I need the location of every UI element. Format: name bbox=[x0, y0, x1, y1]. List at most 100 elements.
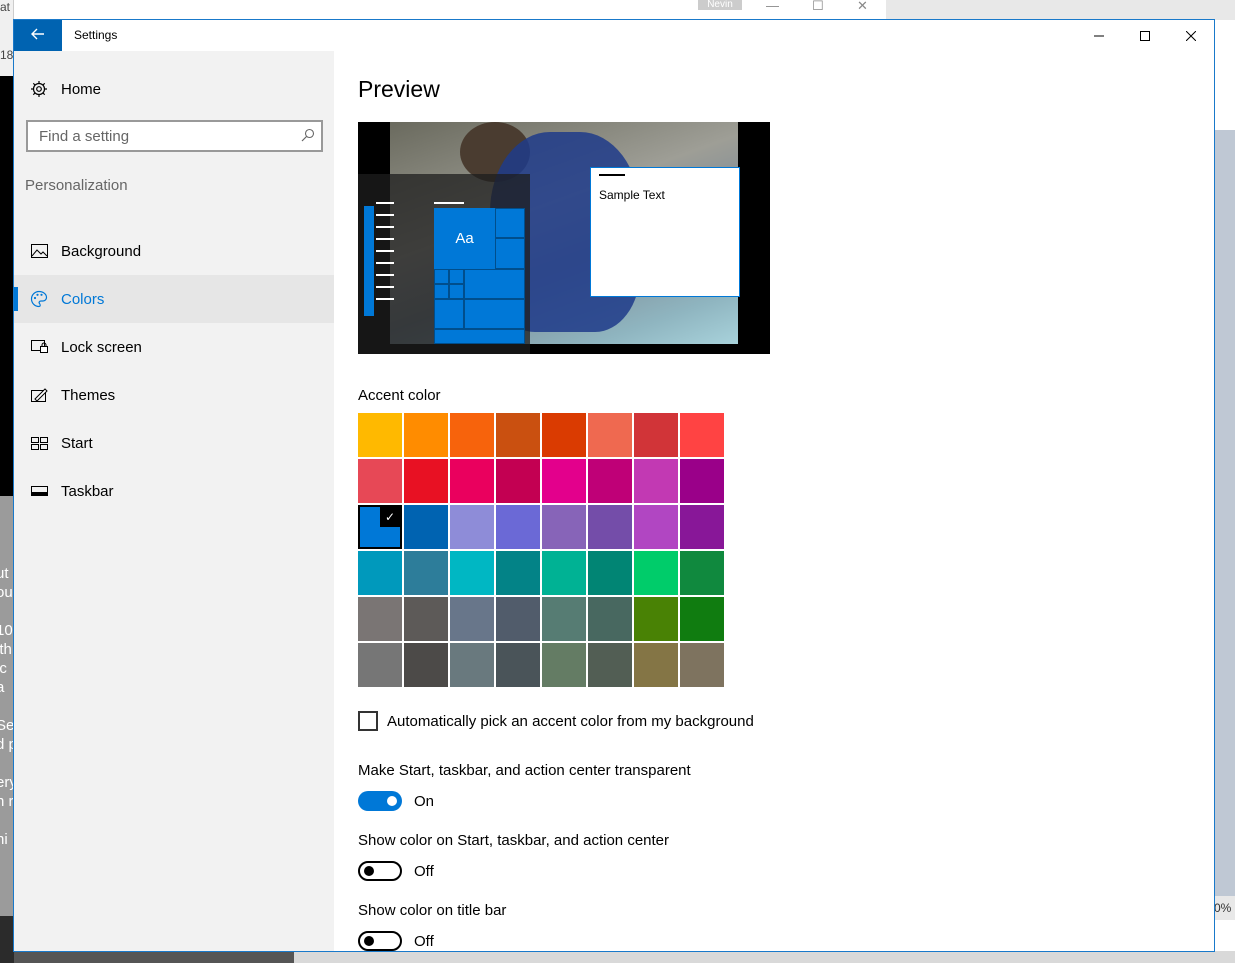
home-nav-item[interactable]: Home bbox=[14, 75, 334, 103]
accent-swatch[interactable] bbox=[588, 643, 632, 687]
preview-tile bbox=[449, 284, 464, 299]
taskbar-icon bbox=[30, 482, 48, 500]
accent-swatch[interactable] bbox=[496, 643, 540, 687]
accent-swatch[interactable] bbox=[358, 413, 402, 457]
accent-swatch[interactable] bbox=[496, 505, 540, 549]
accent-swatch[interactable] bbox=[634, 459, 678, 503]
accent-swatch[interactable] bbox=[680, 597, 724, 641]
maximize-button[interactable] bbox=[1122, 20, 1168, 51]
search-icon[interactable] bbox=[301, 128, 315, 147]
accent-swatch[interactable] bbox=[404, 643, 448, 687]
accent-swatch[interactable] bbox=[634, 597, 678, 641]
accent-swatch[interactable] bbox=[450, 505, 494, 549]
background-fragment-text: 10 bbox=[0, 622, 13, 639]
gear-icon bbox=[30, 80, 48, 98]
accent-swatch[interactable] bbox=[634, 643, 678, 687]
close-button[interactable] bbox=[1168, 20, 1214, 51]
accent-swatch[interactable] bbox=[496, 459, 540, 503]
show-color-title-toggle[interactable] bbox=[358, 931, 402, 951]
accent-swatch[interactable] bbox=[542, 643, 586, 687]
sidebar-item-label: Colors bbox=[61, 290, 105, 308]
preview-tile bbox=[434, 269, 449, 284]
back-button[interactable] bbox=[14, 20, 62, 51]
accent-swatch[interactable] bbox=[634, 551, 678, 595]
sidebar-item-label: Start bbox=[61, 434, 93, 452]
sidebar-item-start[interactable]: Start bbox=[14, 419, 334, 467]
accent-swatch[interactable] bbox=[680, 459, 724, 503]
accent-swatch[interactable] bbox=[358, 551, 402, 595]
accent-swatch[interactable] bbox=[542, 459, 586, 503]
auto-pick-checkbox[interactable] bbox=[358, 711, 378, 731]
accent-swatch[interactable] bbox=[634, 505, 678, 549]
transparency-state: On bbox=[414, 792, 435, 810]
accent-swatch[interactable] bbox=[542, 505, 586, 549]
preview-tile bbox=[495, 238, 525, 269]
auto-pick-accent-row[interactable]: Automatically pick an accent color from … bbox=[358, 711, 754, 731]
accent-swatch[interactable] bbox=[680, 643, 724, 687]
accent-swatch[interactable] bbox=[450, 551, 494, 595]
accent-swatch[interactable] bbox=[450, 597, 494, 641]
accent-swatch[interactable] bbox=[542, 597, 586, 641]
accent-swatch[interactable] bbox=[680, 551, 724, 595]
show-color-start-label: Show color on Start, taskbar, and action… bbox=[358, 832, 670, 849]
background-fragment-text: 18 bbox=[0, 48, 14, 62]
accent-swatch[interactable] bbox=[680, 505, 724, 549]
minimize-icon bbox=[1094, 35, 1104, 36]
accent-swatch[interactable] bbox=[588, 413, 632, 457]
accent-swatch[interactable] bbox=[496, 413, 540, 457]
back-arrow-icon bbox=[31, 27, 45, 45]
accent-swatch[interactable] bbox=[450, 413, 494, 457]
accent-swatch[interactable] bbox=[450, 643, 494, 687]
accent-swatch[interactable] bbox=[404, 459, 448, 503]
accent-swatch[interactable] bbox=[680, 413, 724, 457]
toggle-knob bbox=[364, 866, 374, 876]
accent-swatch[interactable] bbox=[496, 597, 540, 641]
start-tiles-icon bbox=[30, 434, 48, 452]
accent-swatch[interactable] bbox=[404, 413, 448, 457]
accent-swatch[interactable] bbox=[404, 551, 448, 595]
preview-menu-line bbox=[376, 214, 394, 216]
show-color-start-toggle[interactable] bbox=[358, 861, 402, 881]
preview-start-menu: Aa bbox=[358, 174, 530, 354]
background-fragment-text bbox=[0, 697, 14, 716]
accent-swatch[interactable] bbox=[634, 413, 678, 457]
preview-tile bbox=[434, 329, 525, 344]
preview-menu-line bbox=[376, 274, 394, 276]
accent-swatch[interactable] bbox=[542, 551, 586, 595]
home-label: Home bbox=[61, 80, 102, 98]
sidebar-item-background[interactable]: Background bbox=[14, 227, 334, 275]
accent-swatch[interactable] bbox=[588, 505, 632, 549]
sidebar-item-label: Background bbox=[61, 242, 142, 260]
sidebar-item-lock-screen[interactable]: Lock screen bbox=[14, 323, 334, 371]
accent-swatch[interactable] bbox=[450, 459, 494, 503]
transparency-toggle[interactable] bbox=[358, 791, 402, 811]
theme-preview: Aa Sample Text bbox=[358, 122, 770, 354]
background-app-right-top bbox=[886, 0, 1235, 20]
preview-tile bbox=[434, 299, 464, 329]
minimize-button[interactable] bbox=[1076, 20, 1122, 51]
picture-icon bbox=[30, 242, 48, 260]
sidebar-item-themes[interactable]: Themes bbox=[14, 371, 334, 419]
search-input[interactable]: Find a setting bbox=[26, 120, 323, 152]
palette-icon bbox=[30, 290, 48, 308]
preview-menu-line bbox=[376, 238, 394, 240]
accent-swatch[interactable] bbox=[358, 597, 402, 641]
accent-swatch[interactable] bbox=[588, 459, 632, 503]
accent-swatch[interactable] bbox=[404, 597, 448, 641]
accent-swatch[interactable] bbox=[358, 459, 402, 503]
accent-swatch[interactable]: ✓ bbox=[358, 505, 402, 549]
maximize-icon: ☐ bbox=[812, 0, 824, 13]
accent-swatch[interactable] bbox=[588, 551, 632, 595]
sidebar-item-taskbar[interactable]: Taskbar bbox=[14, 467, 334, 515]
accent-swatch[interactable] bbox=[404, 505, 448, 549]
accent-swatch[interactable] bbox=[588, 597, 632, 641]
show-color-title-toggle-row: Off bbox=[358, 931, 434, 951]
preview-tile bbox=[495, 208, 525, 238]
accent-swatch[interactable] bbox=[358, 643, 402, 687]
sidebar-item-colors[interactable]: Colors bbox=[14, 275, 334, 323]
accent-swatch[interactable] bbox=[496, 551, 540, 595]
transparency-toggle-row: On bbox=[358, 791, 434, 811]
background-fragment-text bbox=[0, 754, 14, 773]
accent-swatch[interactable] bbox=[542, 413, 586, 457]
maximize-icon bbox=[1140, 30, 1150, 41]
